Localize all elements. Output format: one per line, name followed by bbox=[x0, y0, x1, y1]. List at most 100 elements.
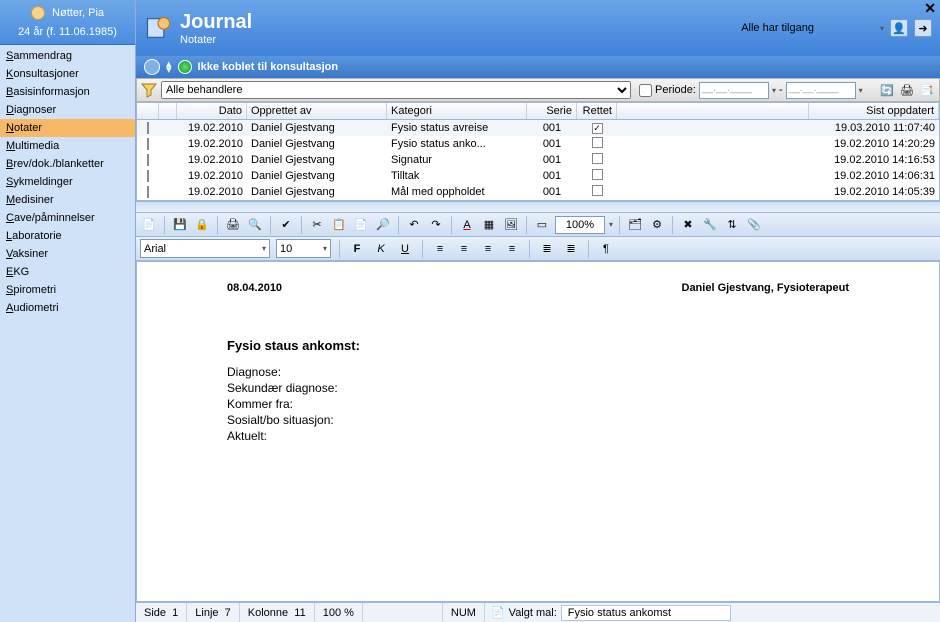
print-icon[interactable]: 🖨 bbox=[899, 82, 915, 98]
nav-item-diagnoser[interactable]: Diagnoser bbox=[0, 101, 135, 119]
table-row[interactable]: 19.02.2010Daniel GjestvangFysio status a… bbox=[137, 136, 939, 152]
page-title: Journal bbox=[180, 11, 252, 34]
funnel-icon[interactable] bbox=[141, 82, 157, 98]
nav-item-konsultasjoner[interactable]: Konsultasjoner bbox=[0, 65, 135, 83]
mal-value[interactable]: Fysio status ankomst bbox=[561, 605, 731, 621]
editor-toolbar-1: 📄 💾 🔒 🖨 🔍 ✔ ✂ 📋 📄 🔎 ↶ ↷ A ▦ 🖼 ▭ 100% ▾ bbox=[136, 213, 940, 237]
print-icon[interactable]: 🖨 bbox=[224, 216, 242, 234]
col-kategori[interactable]: Kategori bbox=[387, 103, 527, 119]
access-dropdown[interactable]: ▾ bbox=[880, 24, 884, 33]
find-icon[interactable]: 🔎 bbox=[374, 216, 392, 234]
note-field: Kommer fra: bbox=[227, 397, 849, 411]
redo-icon[interactable]: ↷ bbox=[427, 216, 445, 234]
bold-icon[interactable]: F bbox=[348, 240, 366, 258]
nav-item-basisinformasjon[interactable]: Basisinformasjon bbox=[0, 83, 135, 101]
underline-icon[interactable]: U bbox=[396, 240, 414, 258]
close-icon[interactable]: ✕ bbox=[924, 0, 936, 17]
bullist-icon[interactable]: ≣ bbox=[562, 240, 580, 258]
behandler-select[interactable]: Alle behandlere bbox=[161, 81, 631, 99]
frame-icon[interactable]: ▭ bbox=[533, 216, 551, 234]
size-select[interactable]: 10▾ bbox=[276, 239, 331, 258]
spellcheck-icon[interactable]: ✔ bbox=[277, 216, 295, 234]
link-icon[interactable] bbox=[144, 59, 160, 75]
col-opprettet[interactable]: Opprettet av bbox=[247, 103, 387, 119]
printall-icon[interactable]: 📑 bbox=[919, 82, 935, 98]
nav-item-multimedia[interactable]: Multimedia bbox=[0, 137, 135, 155]
font-select[interactable]: Arial▾ bbox=[140, 239, 270, 258]
link-arrows[interactable]: ▴▾ bbox=[166, 61, 172, 73]
refresh-icon[interactable]: 🔄 bbox=[879, 82, 895, 98]
italic-icon[interactable]: K bbox=[372, 240, 390, 258]
nav-item-spirometri[interactable]: Spirometri bbox=[0, 281, 135, 299]
table-icon[interactable]: ▦ bbox=[480, 216, 498, 234]
nav-item-brev-dok-blanketter[interactable]: Brev/dok./blanketter bbox=[0, 155, 135, 173]
align-justify-icon[interactable]: ≡ bbox=[503, 240, 521, 258]
table-row[interactable]: 19.02.2010Daniel GjestvangSignatur00119.… bbox=[137, 152, 939, 168]
export-icon[interactable]: ➜ bbox=[914, 19, 932, 37]
col-rettet[interactable]: Rettet bbox=[577, 103, 617, 119]
note-author: Daniel Gjestvang, Fysioterapeut bbox=[682, 282, 850, 294]
nav-item-laboratorie[interactable]: Laboratorie bbox=[0, 227, 135, 245]
table-row[interactable]: 19.02.2010Daniel GjestvangTilltak00119.0… bbox=[137, 168, 939, 184]
zoom-dropdown[interactable]: ▾ bbox=[609, 220, 613, 229]
image-icon[interactable]: 🖼 bbox=[502, 216, 520, 234]
paste-icon[interactable]: 📄 bbox=[352, 216, 370, 234]
page-subtitle: Notater bbox=[180, 34, 252, 46]
align-left-icon[interactable]: ≡ bbox=[431, 240, 449, 258]
num-status: NUM bbox=[443, 603, 485, 622]
date-to-dropdown[interactable]: ▾ bbox=[859, 86, 863, 95]
lock-icon bbox=[147, 170, 149, 182]
rettet-checkbox[interactable] bbox=[592, 185, 603, 196]
user-icon[interactable]: 👤 bbox=[890, 19, 908, 37]
access-label: Alle har tilgang bbox=[741, 22, 814, 34]
save-icon[interactable]: 💾 bbox=[171, 216, 189, 234]
undo-icon[interactable]: ↶ bbox=[405, 216, 423, 234]
lock-icon[interactable]: 🔒 bbox=[193, 216, 211, 234]
col-dato[interactable]: Dato bbox=[177, 103, 247, 119]
align-right-icon[interactable]: ≡ bbox=[479, 240, 497, 258]
tools4-icon[interactable]: 🔧 bbox=[701, 216, 719, 234]
pilcrow-icon[interactable]: ¶ bbox=[597, 240, 615, 258]
preview-icon[interactable]: 🔍 bbox=[246, 216, 264, 234]
nav-item-notater[interactable]: Notater bbox=[0, 119, 135, 137]
col-sist[interactable]: Sist oppdatert bbox=[809, 103, 939, 119]
cut-icon[interactable]: ✂ bbox=[308, 216, 326, 234]
align-center-icon[interactable]: ≡ bbox=[455, 240, 473, 258]
nav-item-sykmeldinger[interactable]: Sykmeldinger bbox=[0, 173, 135, 191]
lock-icon bbox=[147, 154, 149, 166]
rettet-checkbox[interactable] bbox=[592, 123, 603, 134]
tools1-icon[interactable]: 🗂 bbox=[626, 216, 644, 234]
tools6-icon[interactable]: 📎 bbox=[745, 216, 763, 234]
note-field: Sosialt/bo situasjon: bbox=[227, 413, 849, 427]
lock-icon bbox=[147, 186, 149, 198]
tools2-icon[interactable]: ⚙ bbox=[648, 216, 666, 234]
zoom-box[interactable]: 100% bbox=[555, 216, 605, 234]
table-row[interactable]: 19.02.2010Daniel GjestvangFysio status a… bbox=[137, 120, 939, 136]
periode-checkbox[interactable] bbox=[639, 84, 652, 97]
nav-item-ekg[interactable]: EKG bbox=[0, 263, 135, 281]
tools5-icon[interactable]: ⇅ bbox=[723, 216, 741, 234]
table-row[interactable]: 19.02.2010Daniel GjestvangMål med opphol… bbox=[137, 184, 939, 200]
nav: SammendragKonsultasjonerBasisinformasjon… bbox=[0, 45, 135, 319]
fontcolor-icon[interactable]: A bbox=[458, 216, 476, 234]
rettet-checkbox[interactable] bbox=[592, 153, 603, 164]
new-icon[interactable]: 📄 bbox=[140, 216, 158, 234]
rettet-checkbox[interactable] bbox=[592, 169, 603, 180]
numlist-icon[interactable]: ≣ bbox=[538, 240, 556, 258]
date-from[interactable]: __.__.____ bbox=[699, 82, 769, 99]
rettet-checkbox[interactable] bbox=[592, 137, 603, 148]
nav-item-medisiner[interactable]: Medisiner bbox=[0, 191, 135, 209]
date-to[interactable]: __.__.____ bbox=[786, 82, 856, 99]
note-date: 08.04.2010 bbox=[227, 282, 282, 294]
nav-item-sammendrag[interactable]: Sammendrag bbox=[0, 47, 135, 65]
tools3-icon[interactable]: ✖ bbox=[679, 216, 697, 234]
linje-label: Linje bbox=[195, 607, 218, 619]
nav-item-vaksiner[interactable]: Vaksiner bbox=[0, 245, 135, 263]
nav-item-audiometri[interactable]: Audiometri bbox=[0, 299, 135, 317]
mal-label: Valgt mal: bbox=[509, 607, 557, 619]
editor-area[interactable]: 08.04.2010 Daniel Gjestvang, Fysioterape… bbox=[136, 261, 940, 602]
copy-icon[interactable]: 📋 bbox=[330, 216, 348, 234]
col-serie[interactable]: Serie bbox=[527, 103, 577, 119]
nav-item-cave-p-minnelser[interactable]: Cave/påminnelser bbox=[0, 209, 135, 227]
date-from-dropdown[interactable]: ▾ bbox=[772, 86, 776, 95]
